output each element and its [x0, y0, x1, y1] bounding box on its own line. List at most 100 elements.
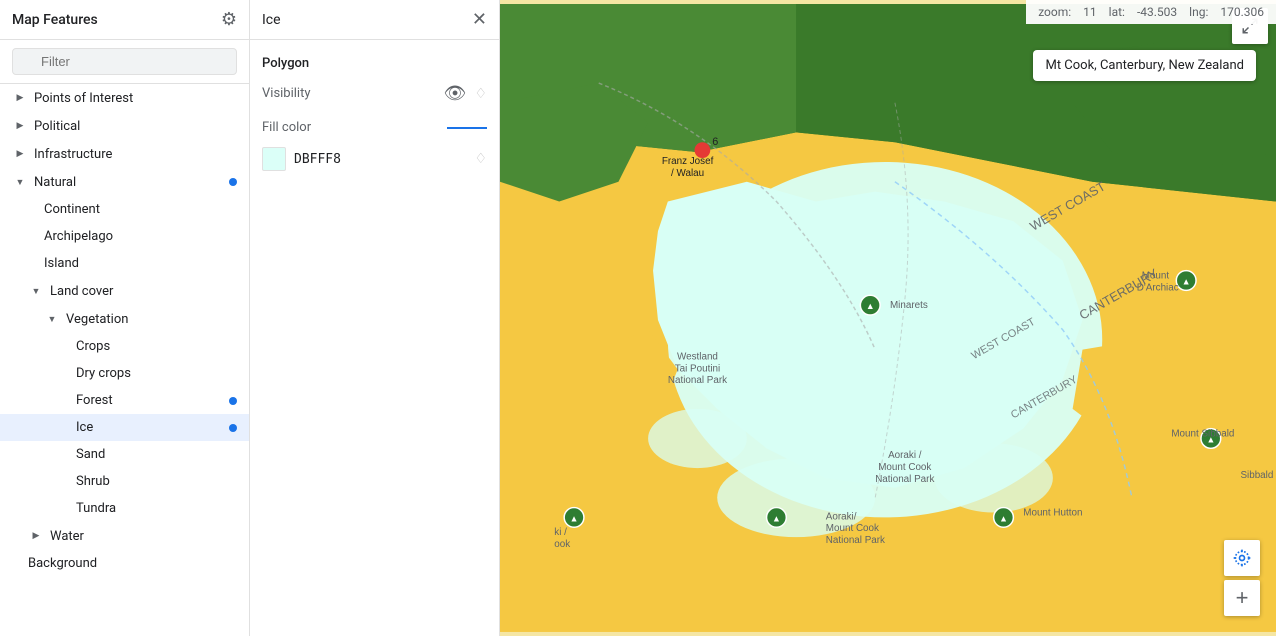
svg-text:National Park: National Park	[826, 535, 885, 546]
sidebar-item-vegetation[interactable]: ▼ Vegetation	[0, 305, 249, 333]
active-dot	[229, 397, 237, 405]
detail-title: Ice	[262, 12, 281, 28]
chevron-icon: ▼	[44, 311, 60, 327]
sidebar-header: Map Features ⚙	[0, 0, 249, 40]
sidebar-item-island[interactable]: Island	[0, 250, 249, 277]
svg-text:Mount Hutton: Mount Hutton	[1023, 507, 1082, 518]
svg-text:6: 6	[712, 136, 718, 148]
visibility-row: Visibility 👁 ♢	[262, 83, 487, 104]
svg-text:Mount Sibbald: Mount Sibbald	[1171, 428, 1234, 439]
svg-text:Tai Poutini: Tai Poutini	[675, 363, 721, 374]
sidebar-item-label: Ice	[76, 420, 229, 435]
chevron-icon: ▶	[12, 118, 28, 134]
sidebar-item-label: Natural	[34, 175, 229, 190]
svg-text:▲: ▲	[1182, 276, 1191, 286]
svg-text:ook: ook	[554, 539, 570, 550]
polygon-section-title: Polygon	[262, 56, 487, 71]
sidebar-item-label: Points of Interest	[34, 91, 237, 106]
svg-text:Westland: Westland	[677, 351, 718, 362]
svg-text:Aoraki/: Aoraki/	[826, 511, 857, 522]
fill-color-line	[447, 127, 487, 129]
visibility-diamond-icon[interactable]: ♢	[474, 86, 487, 102]
sidebar-item-dry-crops[interactable]: Dry crops	[0, 360, 249, 387]
chevron-icon: ▼	[28, 283, 44, 299]
sidebar-item-label: Island	[44, 256, 237, 271]
sidebar-item-water[interactable]: ▶ Water	[0, 522, 249, 550]
active-dot	[229, 178, 237, 186]
location-text: Mt Cook, Canterbury, New Zealand	[1045, 58, 1244, 73]
sidebar-item-background[interactable]: Background	[0, 550, 249, 577]
sidebar-item-label: Tundra	[76, 501, 237, 516]
map-area: zoom: 11 lat: -43.503 lng: 170.306 6	[500, 0, 1276, 636]
chevron-icon: ▶	[12, 146, 28, 162]
sidebar-item-label: Land cover	[50, 284, 237, 299]
chevron-icon: ▼	[12, 174, 28, 190]
sidebar-item-natural[interactable]: ▼ Natural	[0, 168, 249, 196]
visibility-label: Visibility	[262, 86, 311, 101]
svg-text:Mount Cook: Mount Cook	[878, 462, 931, 473]
lat-label: lat:	[1109, 5, 1125, 19]
lat-value: -43.503	[1137, 5, 1177, 19]
sidebar-item-label: Dry crops	[76, 366, 237, 381]
sidebar-item-crops[interactable]: Crops	[0, 333, 249, 360]
zoom-in-button[interactable]: +	[1224, 580, 1260, 616]
sidebar-item-infrastructure[interactable]: ▶Infrastructure	[0, 140, 249, 168]
sidebar-title: Map Features	[12, 12, 98, 28]
sidebar-item-political[interactable]: ▶ Political	[0, 112, 249, 140]
sidebar-item-archipelago[interactable]: Archipelago	[0, 223, 249, 250]
map-controls: +	[1224, 540, 1260, 616]
fill-color-label: Fill color	[262, 120, 311, 135]
sidebar-item-label: Water	[50, 529, 237, 544]
color-swatch[interactable]	[262, 147, 286, 171]
color-diamond-icon[interactable]: ♢	[474, 151, 487, 167]
sidebar-item-label: Background	[28, 556, 237, 571]
svg-text:Mount Cook: Mount Cook	[826, 523, 879, 534]
svg-text:▲: ▲	[866, 301, 875, 311]
location-badge: Mt Cook, Canterbury, New Zealand	[1033, 50, 1256, 81]
filter-wrap: ☰	[12, 48, 237, 75]
svg-text:▲: ▲	[999, 513, 1008, 523]
gear-icon[interactable]: ⚙	[221, 9, 237, 30]
sidebar-item-label: Vegetation	[66, 312, 237, 327]
map-info-bar: zoom: 11 lat: -43.503 lng: 170.306	[1026, 0, 1276, 24]
sidebar-item-continent[interactable]: Continent	[0, 196, 249, 223]
visibility-icons: 👁 ♢	[444, 83, 487, 104]
filter-input[interactable]	[12, 48, 237, 75]
sidebar-item-land-cover[interactable]: ▼ Land cover	[0, 277, 249, 305]
map-canvas: 6 Franz Josef / Walau WEST COAST CANTERB…	[500, 0, 1276, 636]
svg-text:D'Archiac: D'Archiac	[1137, 282, 1179, 293]
svg-text:▲: ▲	[570, 513, 579, 523]
detail-panel: Ice ✕ Polygon Visibility 👁 ♢ Fill color …	[250, 0, 500, 636]
svg-text:Minarets: Minarets	[890, 300, 928, 311]
svg-text:▲: ▲	[772, 513, 781, 523]
eye-icon[interactable]: 👁	[444, 83, 467, 104]
sidebar-item-label: Crops	[76, 339, 237, 354]
chevron-icon: ▶	[12, 90, 28, 106]
sidebar-item-tundra[interactable]: Tundra	[0, 495, 249, 522]
zoom-label: zoom:	[1038, 5, 1071, 19]
color-hex-input[interactable]: DBFFF8	[294, 152, 366, 167]
zoom-value: 11	[1083, 5, 1097, 19]
svg-text:National Park: National Park	[668, 375, 727, 386]
color-swatch-row: DBFFF8 ♢	[262, 147, 487, 171]
svg-text:/ Walau: / Walau	[671, 168, 704, 179]
sidebar-item-label: Sand	[76, 447, 237, 462]
tree-items: ▶ Points of Interest ▶ Political ▶Infrastruc…	[0, 84, 249, 636]
svg-text:Mount: Mount	[1142, 271, 1170, 282]
sidebar-item-ice[interactable]: Ice	[0, 414, 249, 441]
detail-header: Ice ✕	[250, 0, 499, 40]
sidebar-item-sand[interactable]: Sand	[0, 441, 249, 468]
sidebar-item-label: Political	[34, 119, 237, 134]
sidebar-item-points-of-interest[interactable]: ▶ Points of Interest	[0, 84, 249, 112]
svg-text:Aoraki /: Aoraki /	[888, 450, 922, 461]
location-button[interactable]	[1224, 540, 1260, 576]
lng-value: 170.306	[1220, 5, 1264, 19]
sidebar-item-shrub[interactable]: Shrub	[0, 468, 249, 495]
close-icon[interactable]: ✕	[472, 9, 487, 30]
chevron-icon: ▶	[28, 528, 44, 544]
sidebar-item-forest[interactable]: Forest	[0, 387, 249, 414]
fill-color-row: Fill color	[262, 120, 487, 135]
detail-body: Polygon Visibility 👁 ♢ Fill color DBFFF8…	[250, 40, 499, 187]
filter-bar: ☰	[0, 40, 249, 84]
lng-label: lng:	[1189, 5, 1208, 19]
